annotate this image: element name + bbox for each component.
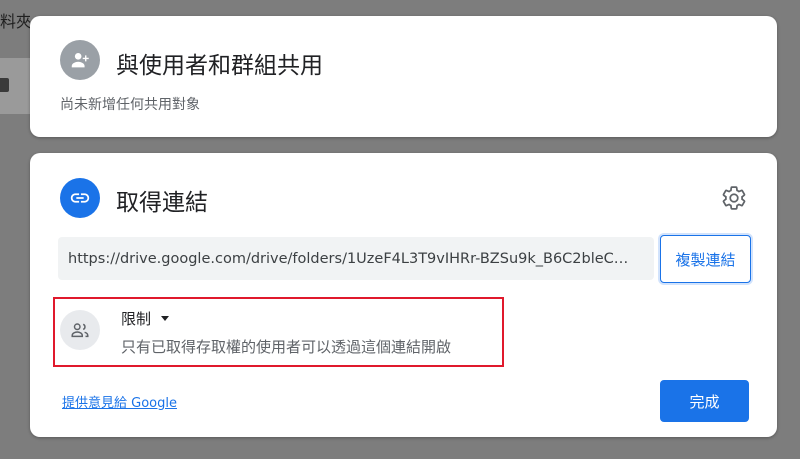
- feedback-link[interactable]: 提供意見給 Google: [62, 392, 177, 411]
- caret-down-icon: [161, 316, 170, 321]
- get-link-title: 取得連結: [116, 190, 208, 216]
- access-description: 只有已取得存取權的使用者可以透過這個連結開啟: [121, 338, 452, 356]
- background-folder-label: 料夾: [0, 12, 30, 31]
- background-chip: [0, 78, 9, 92]
- share-card-subtitle: 尚未新增任何共用對象: [60, 97, 200, 113]
- person-add-icon: [60, 40, 100, 80]
- link-icon: [60, 178, 100, 218]
- get-link-card: 取得連結 https://drive.google.com/drive/fold…: [30, 153, 777, 437]
- done-button[interactable]: 完成: [660, 380, 749, 422]
- access-dropdown-label: 限制: [121, 310, 152, 328]
- people-icon: [60, 310, 100, 350]
- access-dropdown[interactable]: 限制: [121, 308, 170, 329]
- gear-icon[interactable]: [720, 184, 748, 212]
- copy-link-button[interactable]: 複製連結: [660, 235, 751, 283]
- link-url-text: https://drive.google.com/drive/folders/1…: [68, 250, 629, 267]
- share-with-people-card: 與使用者和群組共用 尚未新增任何共用對象: [30, 16, 777, 137]
- link-url-field[interactable]: https://drive.google.com/drive/folders/1…: [58, 237, 654, 280]
- share-card-title: 與使用者和群組共用: [116, 53, 323, 79]
